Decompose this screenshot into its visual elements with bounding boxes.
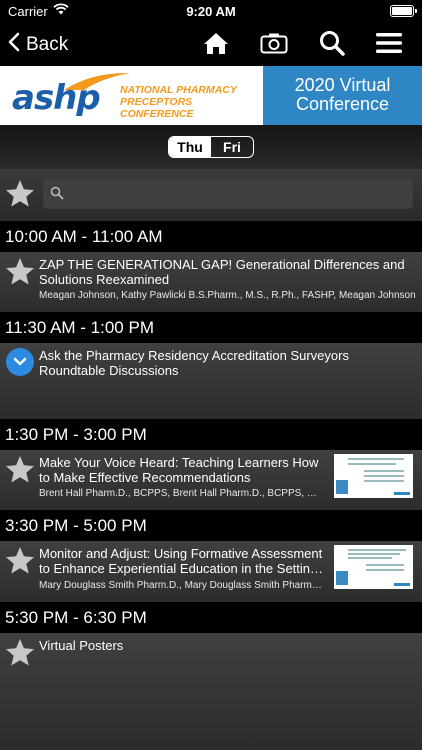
conference-name: NATIONAL PHARMACY PRECEPTORS CONFERENCE (120, 84, 263, 120)
favorite-star-icon[interactable] (4, 256, 36, 288)
ashp-logo: ashp NATIONAL PHARMACY PRECEPTORS CONFER… (0, 66, 263, 125)
time-slot-header: 3:30 PM - 5:00 PM (0, 510, 422, 541)
back-label: Back (26, 34, 69, 55)
hamburger-menu-icon (376, 32, 402, 59)
event-title: 2020 Virtual Conference (263, 66, 422, 125)
time-slot-header: 1:30 PM - 3:00 PM (0, 419, 422, 450)
session-title: Make Your Voice Heard: Teaching Learners… (39, 455, 319, 485)
session-thumbnail (334, 454, 413, 498)
session-row[interactable]: Make Your Voice Heard: Teaching Learners… (0, 450, 422, 510)
event-title-line1: 2020 Virtual (294, 75, 391, 95)
session-thumbnail (334, 545, 413, 589)
favorite-star-icon[interactable] (4, 637, 36, 669)
clock-label: 9:20 AM (186, 4, 236, 19)
favorite-star-icon[interactable] (4, 545, 36, 577)
home-button[interactable] (201, 30, 231, 60)
day-selector-bar: Thu Fri (0, 125, 422, 169)
filter-row (0, 169, 422, 221)
expand-button[interactable] (6, 348, 34, 376)
battery-icon (390, 5, 417, 17)
chevron-left-icon (8, 32, 20, 58)
day-tab-thu[interactable]: Thu (169, 137, 211, 157)
session-row[interactable]: ZAP THE GENERATIONAL GAP! Generational D… (0, 252, 422, 312)
camera-button[interactable] (259, 30, 289, 60)
session-speakers: Brent Hall Pharm.D., BCPPS, Brent Hall P… (39, 488, 324, 499)
conference-banner: ashp NATIONAL PHARMACY PRECEPTORS CONFER… (0, 66, 422, 125)
session-title: Ask the Pharmacy Residency Accreditation… (39, 348, 349, 378)
session-speakers: Meagan Johnson, Kathy Pawlicki B.S.Pharm… (39, 290, 416, 301)
session-row[interactable]: Ask the Pharmacy Residency Accreditation… (0, 343, 422, 419)
back-button[interactable]: Back (8, 30, 68, 60)
event-title-line2: Conference (295, 94, 390, 114)
search-icon (319, 30, 345, 61)
time-slot-header: 10:00 AM - 11:00 AM (0, 221, 422, 252)
conference-name-line1: NATIONAL PHARMACY (120, 84, 237, 96)
time-slot-header: 5:30 PM - 6:30 PM (0, 602, 422, 633)
conference-name-line2: PRECEPTORS CONFERENCE (120, 96, 194, 120)
favorite-star-icon[interactable] (4, 454, 36, 486)
session-title: ZAP THE GENERATIONAL GAP! Generational D… (39, 257, 405, 287)
day-segmented-control: Thu Fri (168, 136, 254, 158)
search-input[interactable] (43, 179, 413, 209)
session-speakers: Mary Douglass Smith Pharm.D., Mary Dougl… (39, 580, 324, 591)
home-icon (203, 31, 229, 60)
navigation-bar: Back (0, 24, 422, 66)
search-button[interactable] (317, 30, 347, 60)
status-bar: Carrier 9:20 AM (0, 0, 422, 24)
session-title: Virtual Posters (39, 638, 124, 653)
chevron-down-icon (13, 357, 27, 366)
favorites-filter-star-icon[interactable] (4, 178, 36, 210)
session-row[interactable]: Virtual Posters (0, 633, 422, 750)
ashp-logo-text: ashp (12, 78, 101, 118)
day-tab-fri[interactable]: Fri (211, 137, 253, 157)
camera-icon (260, 32, 288, 59)
session-row[interactable]: Monitor and Adjust: Using Formative Asse… (0, 541, 422, 602)
time-slot-header: 11:30 AM - 1:00 PM (0, 312, 422, 343)
session-title: Monitor and Adjust: Using Formative Asse… (39, 546, 324, 576)
search-field-icon (50, 186, 64, 200)
menu-button[interactable] (374, 30, 404, 60)
